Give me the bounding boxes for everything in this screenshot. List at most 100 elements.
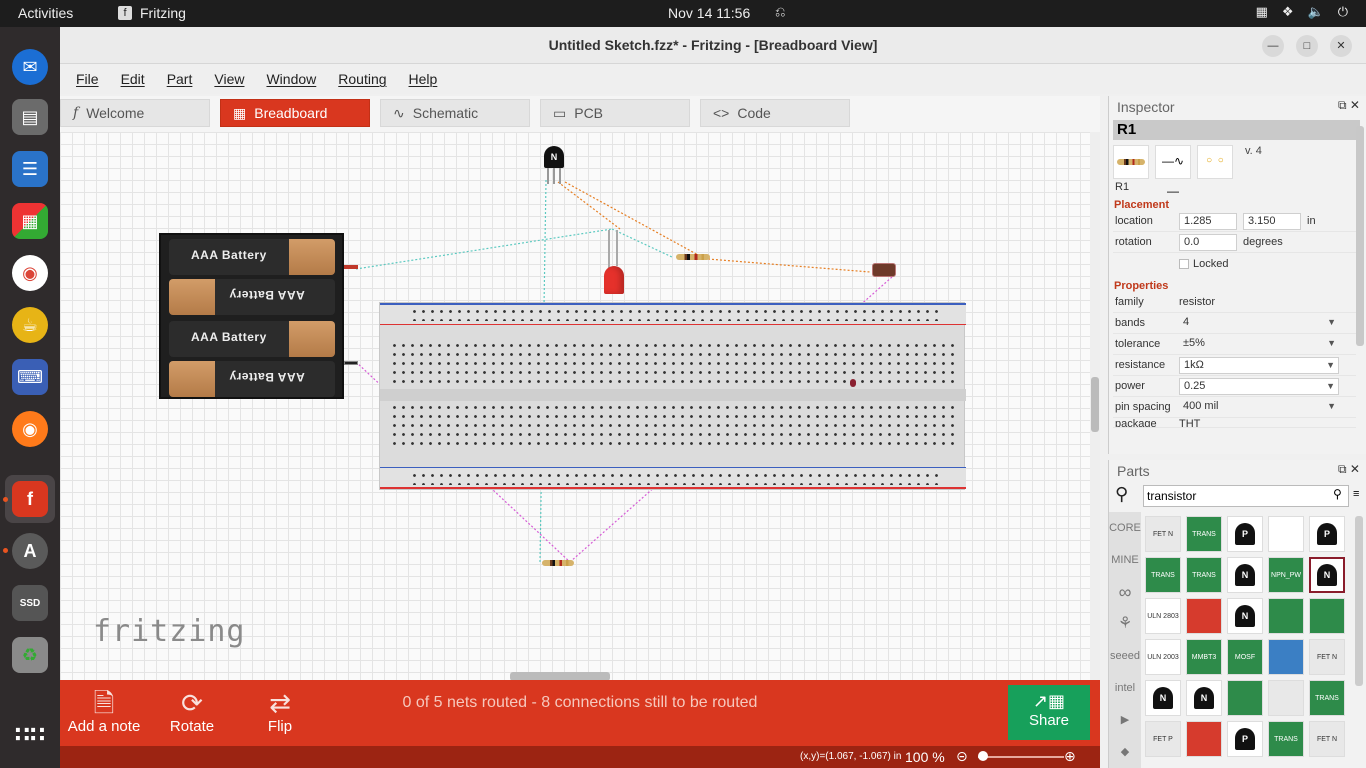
software-center-icon[interactable]: A xyxy=(12,533,48,569)
bin-intel[interactable]: intel xyxy=(1109,672,1141,704)
menu-edit[interactable]: Edit xyxy=(121,71,145,87)
tab-schematic[interactable]: ∿ Schematic xyxy=(380,99,530,127)
part-bin-item[interactable]: ULN 2003 xyxy=(1145,639,1181,675)
zoom-slider[interactable] xyxy=(978,756,1064,758)
files-icon[interactable]: ▤ xyxy=(12,99,48,135)
kettle-app-icon[interactable]: ☕ xyxy=(12,307,48,343)
part-bin-item[interactable]: FET P xyxy=(1145,721,1181,757)
ssd-drive-icon[interactable]: SSD xyxy=(12,585,48,621)
zoom-in-icon[interactable]: ⊕ xyxy=(1064,748,1076,765)
transistor-part[interactable]: N xyxy=(544,146,564,186)
search-icon[interactable]: ⚲ xyxy=(1115,484,1128,505)
menu-window[interactable]: Window xyxy=(266,71,316,87)
menu-help[interactable]: Help xyxy=(409,71,438,87)
scroll-thumb[interactable] xyxy=(1091,377,1099,432)
locked-checkbox[interactable] xyxy=(1179,258,1189,269)
bands-select[interactable]: 4 ▼ xyxy=(1179,315,1339,332)
bin-more[interactable]: ◆ xyxy=(1109,736,1141,768)
search-submit-icon[interactable]: ⚲ xyxy=(1333,487,1342,501)
activities-button[interactable]: Activities xyxy=(18,5,73,21)
part-bin-item[interactable]: FET N xyxy=(1309,639,1345,675)
minimize-button[interactable]: — xyxy=(1262,35,1284,57)
tab-pcb[interactable]: ▭ PCB xyxy=(540,99,690,127)
menu-part[interactable]: Part xyxy=(167,71,193,87)
part-bin-item[interactable]: MOSF xyxy=(1227,639,1263,675)
rotation-input[interactable]: 0.0 xyxy=(1179,233,1237,251)
resistor-r1-part[interactable] xyxy=(676,254,710,260)
panel-float-close-icon[interactable]: ⧉ ✕ xyxy=(1338,98,1360,113)
panel-float-close-icon[interactable]: ⧉ ✕ xyxy=(1338,462,1360,477)
clock[interactable]: Nov 14 11:56 xyxy=(668,5,750,21)
part-bin-item[interactable] xyxy=(1309,598,1345,634)
location-x-input[interactable]: 1.285 xyxy=(1179,212,1237,230)
writer-icon[interactable]: ☰ xyxy=(12,151,48,187)
part-bin-item[interactable] xyxy=(1268,516,1304,552)
part-bin-item[interactable]: NPN_PW xyxy=(1268,557,1304,593)
tolerance-select[interactable]: ±5% ▼ xyxy=(1179,336,1339,353)
bin-seeed[interactable]: seeed xyxy=(1109,640,1141,672)
menu-file[interactable]: File xyxy=(76,71,99,87)
part-bin-item[interactable]: N xyxy=(1145,680,1181,716)
tab-code[interactable]: <> Code xyxy=(700,99,850,127)
close-button[interactable]: ✕ xyxy=(1330,35,1352,57)
pin-spacing-select[interactable]: 400 mil ▼ xyxy=(1179,399,1339,416)
vertical-scrollbar[interactable] xyxy=(1090,132,1100,682)
app-menu[interactable]: f Fritzing xyxy=(118,5,186,21)
thunderbird-icon[interactable]: ✉ xyxy=(12,49,48,85)
part-bin-item[interactable]: FET N xyxy=(1145,516,1181,552)
part-bin-item[interactable]: TRANS xyxy=(1186,516,1222,552)
part-bin-item[interactable] xyxy=(1186,598,1222,634)
bin-arduino[interactable]: ∞ xyxy=(1109,576,1141,608)
inspector-scrollbar[interactable] xyxy=(1356,126,1364,346)
bin-mine[interactable]: MINE xyxy=(1109,544,1141,576)
routing-status[interactable]: 0 of 5 nets routed - 8 connections still… xyxy=(60,694,1100,712)
bin-sparkfun[interactable]: ⚘ xyxy=(1109,608,1141,640)
tab-welcome[interactable]: f Welcome xyxy=(60,99,210,127)
breadboard-canvas[interactable]: N AAA Battery AAA Battery AAA Battery AA… xyxy=(60,132,1100,682)
firefox-icon[interactable]: ◉ xyxy=(12,411,48,447)
show-apps-icon[interactable]: ∷∷ xyxy=(12,717,48,753)
part-bin-item[interactable]: P xyxy=(1227,516,1263,552)
part-bin-item[interactable]: N xyxy=(1186,680,1222,716)
part-bin-item[interactable] xyxy=(1186,721,1222,757)
part-bin-item[interactable] xyxy=(1268,598,1304,634)
system-tray[interactable]: ▦ ❖ 🔈 ⏻ xyxy=(1256,4,1348,20)
battery-pack[interactable]: AAA Battery AAA Battery AAA Battery AAA … xyxy=(159,233,358,399)
parts-scrollbar[interactable] xyxy=(1355,516,1363,686)
trash-icon[interactable]: ♻ xyxy=(12,637,48,673)
bin-core[interactable]: CORE xyxy=(1109,512,1141,544)
part-bin-item[interactable]: TRANS xyxy=(1145,557,1181,593)
resistor-part[interactable] xyxy=(542,560,574,566)
red-led-part[interactable] xyxy=(603,230,625,300)
share-button[interactable]: ↗▦ Share xyxy=(1008,685,1090,740)
power-combo[interactable]: 0.25 ▼ xyxy=(1179,377,1339,395)
resistance-combo[interactable]: 1kΩ ▼ xyxy=(1179,356,1339,374)
prop-value[interactable]: THT xyxy=(1179,418,1200,427)
maximize-button[interactable]: □ xyxy=(1296,35,1318,57)
menu-routing[interactable]: Routing xyxy=(338,71,386,87)
breadboard-part[interactable] xyxy=(379,302,966,490)
part-bin-item[interactable]: TRANS xyxy=(1186,557,1222,593)
part-bin-item[interactable] xyxy=(1268,680,1304,716)
part-bin-item[interactable]: FET N xyxy=(1309,721,1345,757)
part-bin-item[interactable]: N xyxy=(1227,598,1263,634)
part-bin-item[interactable]: TRANS xyxy=(1268,721,1304,757)
zoom-slider-handle[interactable] xyxy=(978,751,988,761)
part-bin-item[interactable] xyxy=(1227,680,1263,716)
part-bin-item[interactable]: P xyxy=(1227,721,1263,757)
part-bin-item[interactable]: TRANS xyxy=(1309,680,1345,716)
parts-search-input[interactable] xyxy=(1143,485,1349,507)
part-bin-item[interactable] xyxy=(1268,639,1304,675)
part-bin-item[interactable]: ULN 2803 xyxy=(1145,598,1181,634)
part-bin-item[interactable]: MMBT3 xyxy=(1186,639,1222,675)
chrome-icon[interactable]: ◉ xyxy=(12,255,48,291)
remote-desktop-icon[interactable]: ⌨ xyxy=(12,359,48,395)
bin-play[interactable]: ▶ xyxy=(1109,704,1141,736)
part-bin-item[interactable]: N xyxy=(1227,557,1263,593)
fritzing-dock-icon[interactable]: f xyxy=(12,481,48,517)
tab-breadboard[interactable]: ▦ Breadboard xyxy=(220,99,370,127)
bin-menu-icon[interactable]: ≡ xyxy=(1353,488,1359,500)
calc-icon[interactable]: ▦ xyxy=(12,203,48,239)
photocell-part[interactable] xyxy=(872,263,896,277)
menu-view[interactable]: View xyxy=(214,71,244,87)
